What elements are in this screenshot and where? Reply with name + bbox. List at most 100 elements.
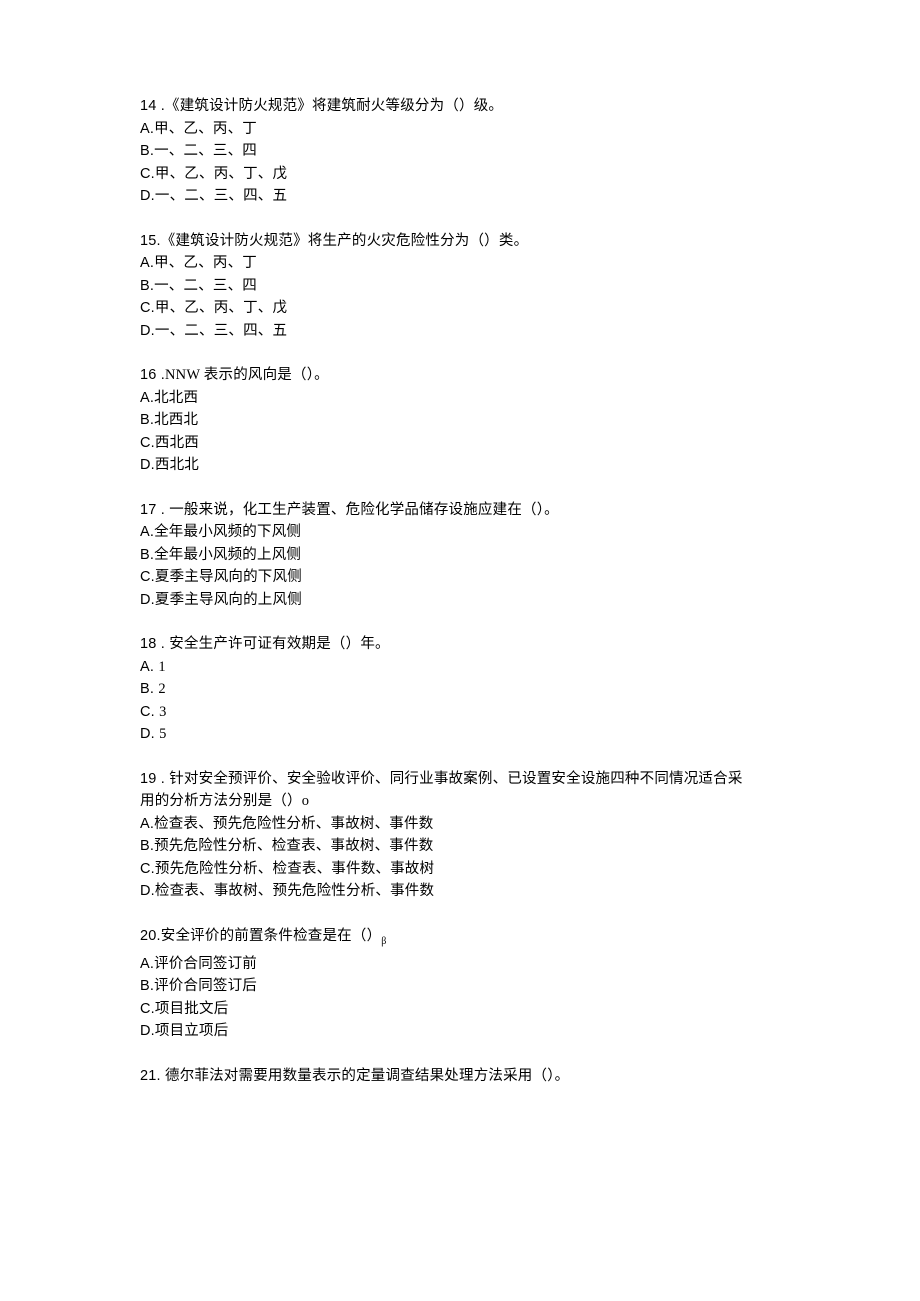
option-label: B.: [140, 978, 154, 994]
question-sep: .: [157, 502, 170, 518]
question-sep: .: [157, 98, 165, 114]
option-d: D.一、二、三、四、五: [140, 185, 780, 208]
option-label: C.: [140, 569, 155, 585]
question-sep: .: [157, 771, 170, 787]
option-text: 夏季主导风向的下风侧: [155, 569, 302, 585]
option-text: 甲、乙、丙、丁、戊: [155, 300, 287, 316]
question-text: 《建筑设计防火规范》将建筑耐火等级分为（）级。: [165, 98, 503, 114]
option-label: B.: [140, 547, 154, 563]
question-number: 18: [140, 636, 157, 652]
option-label: C.: [140, 300, 155, 316]
question-suffix: β: [381, 935, 386, 946]
question-18: 18 . 安全生产许可证有效期是（）年。 A. 1 B. 2 C. 3 D. 5: [140, 633, 780, 746]
option-c: C.西北西: [140, 432, 780, 455]
option-label: A.: [140, 390, 154, 406]
option-text: 甲、乙、丙、丁: [154, 121, 257, 137]
option-text: 一、二、三、四: [154, 278, 257, 294]
option-text: 一、二、三、四、五: [155, 323, 287, 339]
question-stem: 15.《建筑设计防火规范》将生产的火灾危险性分为（）类。: [140, 230, 780, 253]
option-text: 2: [158, 681, 165, 697]
option-label: A.: [140, 121, 154, 137]
option-a: A.全年最小风频的下风侧: [140, 521, 780, 544]
question-17: 17 . 一般来说，化工生产装置、危险化学品储存设施应建在（）。 A.全年最小风…: [140, 499, 780, 612]
question-number: 17: [140, 502, 157, 518]
option-label: C.: [140, 704, 159, 720]
option-d: D.夏季主导风向的上风侧: [140, 589, 780, 612]
option-label: A.: [140, 524, 154, 540]
option-a: A.甲、乙、丙、丁: [140, 118, 780, 141]
option-b: B.一、二、三、四: [140, 140, 780, 163]
option-text: 1: [158, 659, 165, 675]
option-label: A.: [140, 956, 154, 972]
option-a: A. 1: [140, 656, 780, 679]
option-label: B.: [140, 412, 154, 428]
option-label: D.: [140, 1023, 155, 1039]
option-text: 西北北: [155, 457, 199, 473]
option-b: B. 2: [140, 678, 780, 701]
option-a: A.检查表、预先危险性分析、事故树、事件数: [140, 813, 780, 836]
option-label: D.: [140, 726, 159, 742]
option-text: 检查表、事故树、预先危险性分析、事件数: [155, 883, 434, 899]
question-sep: .: [157, 636, 170, 652]
question-20: 20.安全评价的前置条件检查是在（）β A.评价合同签订前 B.评价合同签订后 …: [140, 925, 780, 1043]
page-content: 14 .《建筑设计防火规范》将建筑耐火等级分为（）级。 A.甲、乙、丙、丁 B.…: [0, 0, 920, 1169]
question-15: 15.《建筑设计防火规范》将生产的火灾危险性分为（）类。 A.甲、乙、丙、丁 B…: [140, 230, 780, 343]
option-b: B.评价合同签订后: [140, 975, 780, 998]
option-d: D.检查表、事故树、预先危险性分析、事件数: [140, 880, 780, 903]
question-number: 15.: [140, 233, 161, 249]
option-text: 评价合同签订前: [154, 956, 257, 972]
option-a: A.甲、乙、丙、丁: [140, 252, 780, 275]
option-text: 一、二、三、四、五: [155, 188, 287, 204]
option-text: 评价合同签订后: [154, 978, 257, 994]
question-text: 针对安全预评价、安全验收评价、同行业事故案例、已设置安全设施四种不同情况适合采: [169, 771, 742, 787]
question-number: 16: [140, 367, 157, 383]
option-text: 夏季主导风向的上风侧: [155, 592, 302, 608]
option-d: D.西北北: [140, 454, 780, 477]
question-stem: 14 .《建筑设计防火规范》将建筑耐火等级分为（）级。: [140, 95, 780, 118]
option-text: 一、二、三、四: [154, 143, 257, 159]
option-c: C.甲、乙、丙、丁、戊: [140, 297, 780, 320]
option-label: D.: [140, 188, 155, 204]
question-text: 德尔菲法对需要用数量表示的定量调查结果处理方法采用（）。: [165, 1068, 569, 1084]
option-text: 北西北: [154, 412, 198, 428]
option-label: D.: [140, 592, 155, 608]
question-text: 《建筑设计防火规范》将生产的火灾危险性分为（）类。: [161, 233, 529, 249]
option-text: 预先危险性分析、检查表、事故树、事件数: [154, 838, 433, 854]
question-text-line2: 用的分析方法分别是（）o: [140, 793, 309, 809]
question-text: 安全评价的前置条件检查是在（）: [161, 928, 382, 944]
question-number: 14: [140, 98, 157, 114]
question-stem: 18 . 安全生产许可证有效期是（）年。: [140, 633, 780, 656]
option-c: C. 3: [140, 701, 780, 724]
option-b: B.预先危险性分析、检查表、事故树、事件数: [140, 835, 780, 858]
question-text: 一般来说，化工生产装置、危险化学品储存设施应建在（）。: [169, 502, 559, 518]
option-b: B.一、二、三、四: [140, 275, 780, 298]
option-text: 北北西: [154, 390, 198, 406]
question-number: 21.: [140, 1068, 161, 1084]
question-stem: 16 .NNW 表示的风向是（）。: [140, 364, 780, 387]
option-label: B.: [140, 838, 154, 854]
question-text: 安全生产许可证有效期是（）年。: [169, 636, 390, 652]
option-d: D.一、二、三、四、五: [140, 320, 780, 343]
option-text: 预先危险性分析、检查表、事件数、事故树: [155, 861, 434, 877]
option-label: D.: [140, 323, 155, 339]
option-text: 检查表、预先危险性分析、事故树、事件数: [154, 816, 433, 832]
question-21: 21. 德尔菲法对需要用数量表示的定量调查结果处理方法采用（）。: [140, 1065, 780, 1088]
option-a: A.北北西: [140, 387, 780, 410]
question-number: 20.: [140, 928, 161, 944]
option-text: 项目批文后: [155, 1001, 229, 1017]
option-label: D.: [140, 883, 155, 899]
option-text: 全年最小风频的上风侧: [154, 547, 301, 563]
question-sep: .: [157, 367, 165, 383]
question-stem: 20.安全评价的前置条件检查是在（）β: [140, 925, 780, 953]
question-stem: 21. 德尔菲法对需要用数量表示的定量调查结果处理方法采用（）。: [140, 1065, 780, 1088]
question-text: NNW 表示的风向是（）。: [165, 367, 329, 383]
option-text: 甲、乙、丙、丁、戊: [155, 166, 287, 182]
option-text: 5: [159, 726, 166, 742]
question-number: 19: [140, 771, 157, 787]
option-a: A.评价合同签订前: [140, 953, 780, 976]
option-c: C.项目批文后: [140, 998, 780, 1021]
option-text: 西北西: [155, 435, 199, 451]
option-text: 3: [159, 704, 166, 720]
option-c: C.夏季主导风向的下风侧: [140, 566, 780, 589]
option-label: B.: [140, 143, 154, 159]
